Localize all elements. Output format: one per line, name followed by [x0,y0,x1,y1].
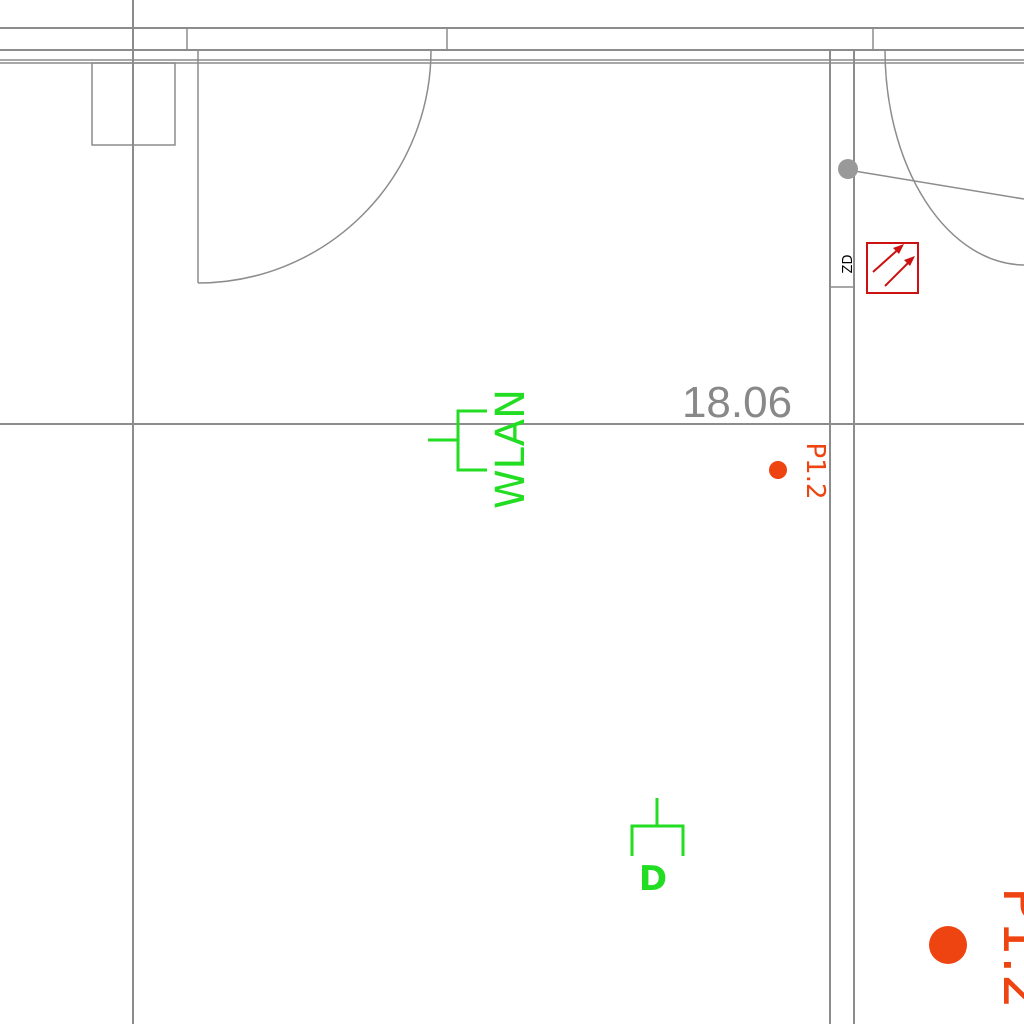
wlan-outlet-icon [428,409,487,472]
room-number: 18.06 [682,378,792,427]
floor-plan: 18.06 ZD WLAN P1.2 D P1.2 [0,0,1024,1024]
hinge-dot [838,159,858,179]
point-marker-small [769,461,787,479]
door-swing-right [838,49,1024,266]
point-small-label: P1.2 [800,442,830,499]
door-sensor-symbol [866,242,919,294]
data-outlet-icon [630,798,685,856]
point-large-label: P1.2 [990,887,1024,1010]
door-sensor-label: ZD [841,255,856,274]
data-outlet-label: D [639,859,667,899]
right-wall [829,50,855,1024]
door-swing-left [197,49,432,284]
point-marker-large [929,926,967,964]
wlan-label: WLAN [488,389,534,509]
top-wall [0,27,1024,64]
